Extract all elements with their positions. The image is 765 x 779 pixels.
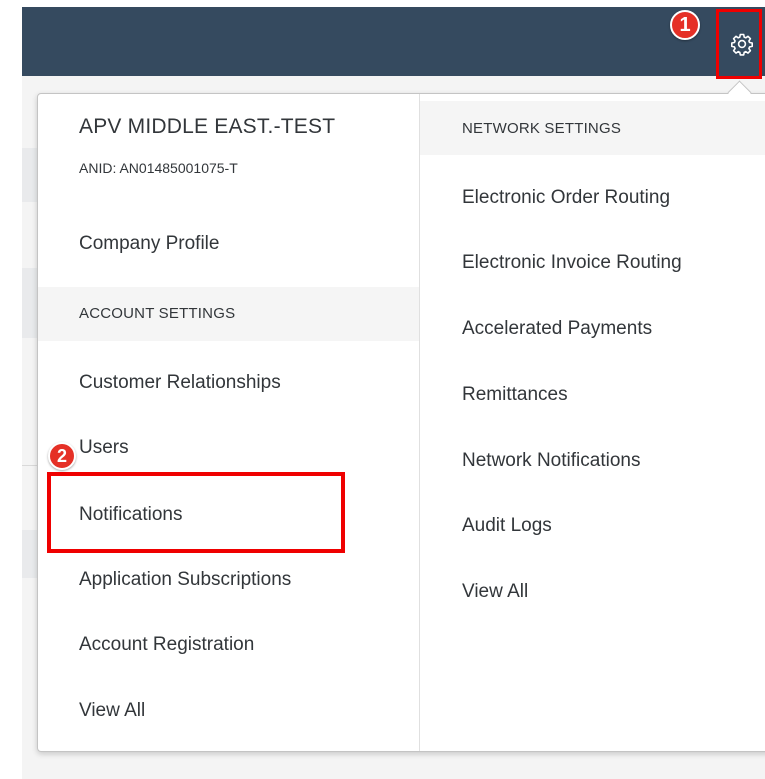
step-marker-1: 1	[670, 10, 700, 40]
background-row	[22, 268, 38, 338]
background-row	[22, 148, 38, 202]
menu-item-view-all-account[interactable]: View All	[79, 700, 145, 722]
network-settings-header: NETWORK SETTINGS	[462, 120, 622, 137]
background-divider	[22, 465, 38, 466]
menu-item-account-registration[interactable]: Account Registration	[79, 634, 254, 656]
settings-button[interactable]	[716, 9, 762, 79]
account-settings-header: ACCOUNT SETTINGS	[79, 305, 236, 322]
menu-item-customer-relationships[interactable]: Customer Relationships	[79, 372, 281, 394]
menu-item-users[interactable]: Users	[79, 437, 129, 459]
menu-item-audit-logs[interactable]: Audit Logs	[462, 515, 552, 537]
menu-item-electronic-order-routing[interactable]: Electronic Order Routing	[462, 187, 670, 209]
menu-item-remittances[interactable]: Remittances	[462, 384, 568, 406]
background-row	[22, 530, 38, 578]
menu-item-accelerated-payments[interactable]: Accelerated Payments	[462, 318, 652, 340]
menu-item-network-notifications[interactable]: Network Notifications	[462, 450, 640, 472]
anid-label: ANID: AN01485001075-T	[79, 160, 238, 176]
notifications-highlight	[47, 472, 345, 553]
column-divider	[419, 94, 420, 751]
menu-item-electronic-invoice-routing[interactable]: Electronic Invoice Routing	[462, 252, 682, 274]
step-marker-2: 2	[48, 442, 76, 470]
company-name: APV MIDDLE EAST.-TEST	[79, 115, 336, 138]
menu-item-application-subscriptions[interactable]: Application Subscriptions	[79, 569, 291, 591]
menu-item-company-profile[interactable]: Company Profile	[79, 233, 219, 255]
menu-item-view-all-network[interactable]: View All	[462, 581, 528, 603]
header-bar	[22, 7, 765, 76]
gear-icon	[730, 32, 754, 56]
page-background	[0, 0, 22, 779]
top-gap	[22, 0, 765, 7]
